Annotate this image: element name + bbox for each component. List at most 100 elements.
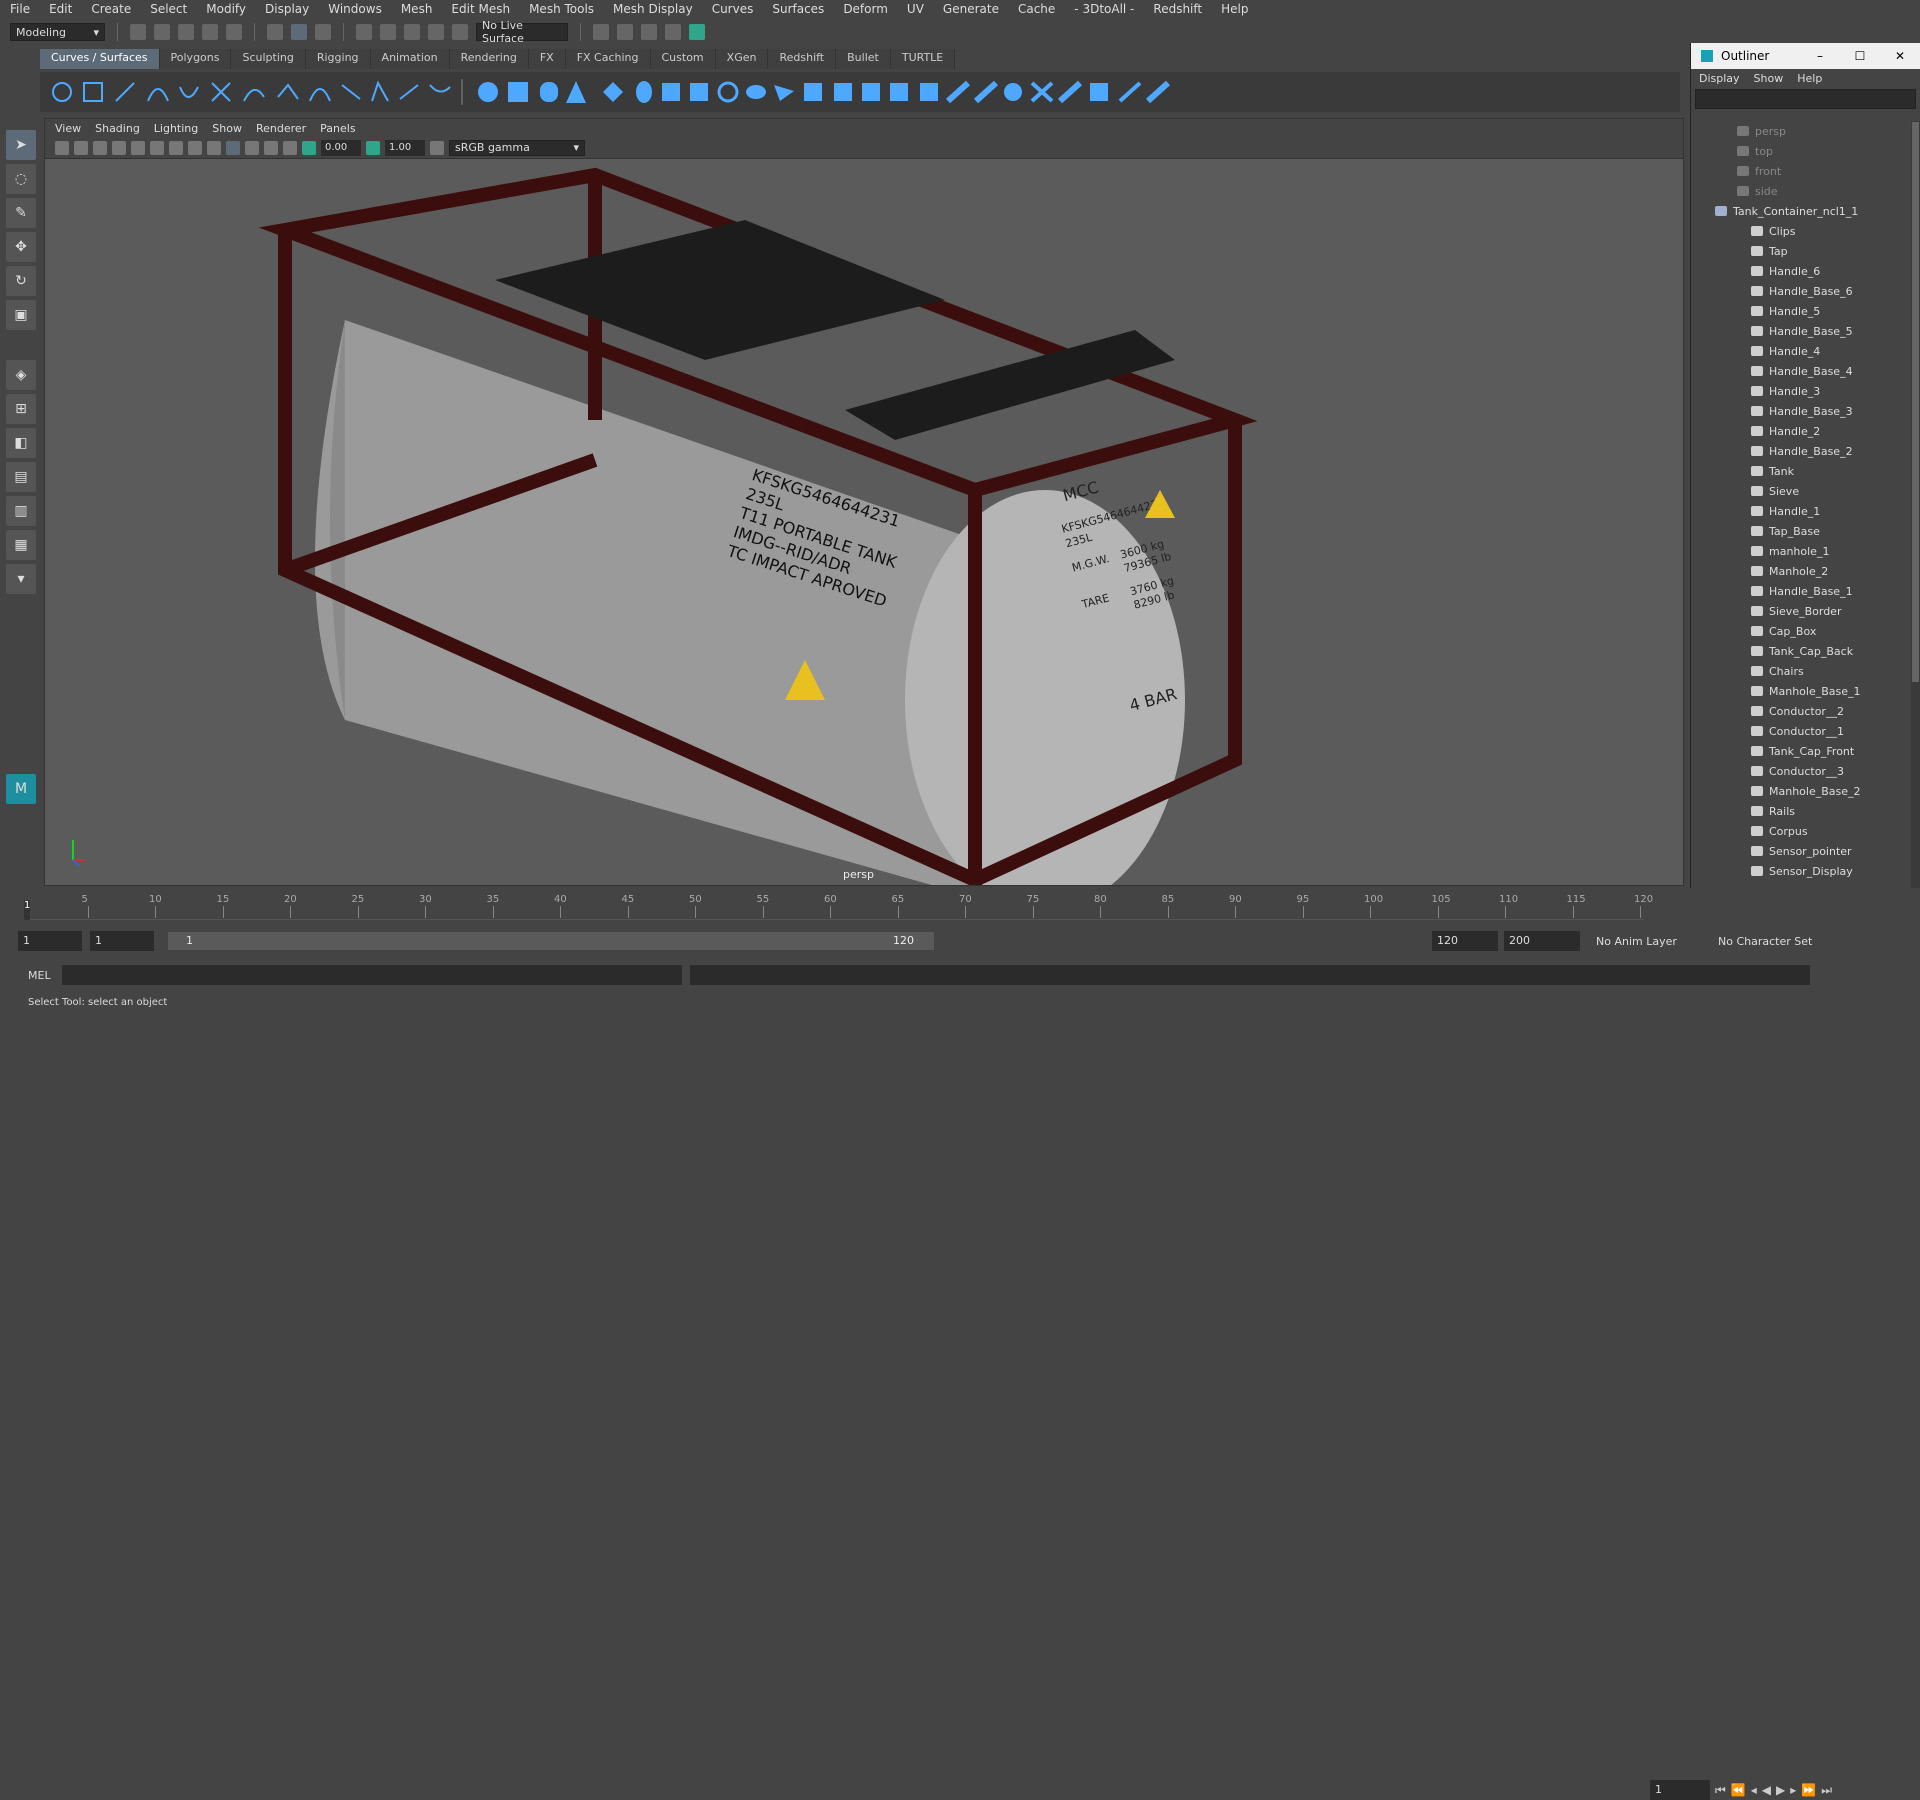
- xray-icon[interactable]: [264, 140, 278, 155]
- live-surface-field[interactable]: No Live Surface: [476, 19, 568, 45]
- side-by-side-icon[interactable]: ◧: [6, 428, 36, 458]
- menu--3dtoall-[interactable]: - 3DtoAll -: [1074, 2, 1134, 16]
- viewport-menu-shading[interactable]: Shading: [95, 122, 140, 135]
- shelf-tab-polygons[interactable]: Polygons: [159, 49, 232, 69]
- snap-curve-icon[interactable]: [380, 24, 396, 40]
- color-management-icon[interactable]: [430, 140, 444, 155]
- nurbs-torus-icon[interactable]: [636, 81, 652, 103]
- outliner-scrollbar[interactable]: [1911, 121, 1920, 891]
- outliner-item[interactable]: Conductor__1: [1691, 721, 1911, 741]
- outliner-item[interactable]: Cap_Box: [1691, 621, 1911, 641]
- outliner-item[interactable]: Conductor__2: [1691, 701, 1911, 721]
- menu-mesh[interactable]: Mesh: [401, 2, 433, 16]
- render-view-icon[interactable]: [665, 24, 681, 40]
- anim-layer-dropdown[interactable]: No Anim Layer: [1596, 935, 1706, 948]
- arc-icon[interactable]: [211, 82, 231, 102]
- shelf-tab-rigging[interactable]: Rigging: [305, 49, 371, 69]
- menu-edit[interactable]: Edit: [49, 2, 72, 16]
- outliner-item[interactable]: Handle_3: [1691, 381, 1911, 401]
- outliner-item[interactable]: side: [1691, 181, 1911, 201]
- exposure-field[interactable]: 0.00: [321, 139, 361, 156]
- menu-file[interactable]: File: [10, 2, 30, 16]
- current-frame-field[interactable]: 1: [1650, 1780, 1710, 1800]
- sculpt-icon[interactable]: [1118, 81, 1142, 103]
- play-forward-icon[interactable]: ▶: [1776, 1783, 1785, 1797]
- attach-curve-icon[interactable]: [277, 83, 299, 100]
- outliner-item[interactable]: persp: [1691, 121, 1911, 141]
- viewport-menu-renderer[interactable]: Renderer: [256, 122, 306, 135]
- snap-point-icon[interactable]: [404, 24, 420, 40]
- viewport-menu-view[interactable]: View: [55, 122, 81, 135]
- shelf-tab-fx-caching[interactable]: FX Caching: [565, 49, 651, 69]
- isolate-icon[interactable]: [283, 140, 297, 155]
- step-back-icon[interactable]: ◂: [1751, 1783, 1757, 1797]
- detach-surface-icon[interactable]: [1057, 80, 1083, 104]
- extrude-icon[interactable]: [746, 85, 766, 99]
- four-view-icon[interactable]: ⊞: [6, 394, 36, 424]
- menu-help[interactable]: Help: [1221, 2, 1248, 16]
- menu-display[interactable]: Display: [265, 2, 309, 16]
- outliner-item[interactable]: Handle_Base_6: [1691, 281, 1911, 301]
- end-time-field[interactable]: 200: [1504, 931, 1580, 951]
- boundary-icon[interactable]: [804, 83, 822, 101]
- outliner-item[interactable]: Sieve_Border: [1691, 601, 1911, 621]
- untrim-icon[interactable]: [1004, 83, 1022, 101]
- outliner-item[interactable]: Handle_Base_1: [1691, 581, 1911, 601]
- undo-icon[interactable]: [202, 24, 218, 40]
- lighting-icon[interactable]: [226, 140, 240, 155]
- outliner-item[interactable]: Tap_Base: [1691, 521, 1911, 541]
- range-slider[interactable]: 1 120: [168, 932, 934, 950]
- scene-render[interactable]: KFSKG5464644231 235L T11 PORTABLE TANK I…: [45, 160, 1683, 885]
- grid-icon[interactable]: [112, 140, 126, 155]
- outliner-item[interactable]: Tank_Container_ncl1_1: [1691, 201, 1911, 221]
- playback-start-field[interactable]: 1: [90, 931, 154, 951]
- offset-curve-icon[interactable]: [399, 84, 419, 100]
- snap-view-plane-icon[interactable]: [428, 24, 444, 40]
- script-language-label[interactable]: MEL: [28, 969, 62, 982]
- menu-create[interactable]: Create: [91, 2, 131, 16]
- maximize-icon[interactable]: ☐: [1840, 49, 1880, 63]
- planar-icon[interactable]: [717, 81, 739, 103]
- open-close-icon[interactable]: [1090, 83, 1108, 101]
- birail-icon[interactable]: [774, 85, 794, 101]
- outliner-menu-show[interactable]: Show: [1754, 72, 1784, 85]
- current-frame-marker[interactable]: 1: [24, 900, 30, 920]
- outliner-item[interactable]: Sieve: [1691, 481, 1911, 501]
- outliner-item[interactable]: Tank: [1691, 461, 1911, 481]
- menu-cache[interactable]: Cache: [1018, 2, 1055, 16]
- outliner-search-input[interactable]: [1695, 89, 1916, 109]
- redo-icon[interactable]: [226, 24, 242, 40]
- menu-windows[interactable]: Windows: [328, 2, 382, 16]
- outliner-item[interactable]: Tank_Cap_Back: [1691, 641, 1911, 661]
- new-scene-icon[interactable]: [130, 24, 146, 40]
- outliner-item[interactable]: Handle_5: [1691, 301, 1911, 321]
- wireframe-icon[interactable]: [169, 140, 183, 155]
- outliner-item[interactable]: Handle_Base_5: [1691, 321, 1911, 341]
- mode-dropdown[interactable]: Modeling ▾: [10, 23, 105, 41]
- render-settings-icon[interactable]: [593, 24, 609, 40]
- outliner-item[interactable]: Corpus: [1691, 821, 1911, 841]
- outliner-item[interactable]: Handle_Base_3: [1691, 401, 1911, 421]
- outliner-item[interactable]: Handle_1: [1691, 501, 1911, 521]
- step-forward-key-icon[interactable]: ⏩: [1801, 1783, 1816, 1797]
- revolve-icon[interactable]: [662, 83, 680, 101]
- shelf-tab-bullet[interactable]: Bullet: [836, 49, 891, 69]
- smooth-shade-icon[interactable]: [188, 140, 202, 155]
- image-plane-icon[interactable]: [93, 140, 107, 155]
- menu-mesh-tools[interactable]: Mesh Tools: [529, 2, 594, 16]
- bezier-curve-icon[interactable]: [243, 89, 265, 102]
- trim-tool-icon[interactable]: [973, 80, 999, 104]
- move-tool-icon[interactable]: ✥: [6, 232, 36, 262]
- menu-modify[interactable]: Modify: [206, 2, 246, 16]
- outliner-item[interactable]: Handle_Base_4: [1691, 361, 1911, 381]
- outliner-item[interactable]: Tank_Cap_Front: [1691, 741, 1911, 761]
- nurbs-square-icon[interactable]: [83, 82, 103, 102]
- lasso-tool-icon[interactable]: ◌: [6, 164, 36, 194]
- outliner-item[interactable]: Clips: [1691, 221, 1911, 241]
- outliner-item[interactable]: Chairs: [1691, 661, 1911, 681]
- nurbs-cube-icon[interactable]: [508, 82, 528, 102]
- project-curve-icon[interactable]: [945, 80, 971, 104]
- snap-surface-icon[interactable]: [452, 24, 468, 40]
- menu-mesh-display[interactable]: Mesh Display: [613, 2, 693, 16]
- menu-surfaces[interactable]: Surfaces: [772, 2, 824, 16]
